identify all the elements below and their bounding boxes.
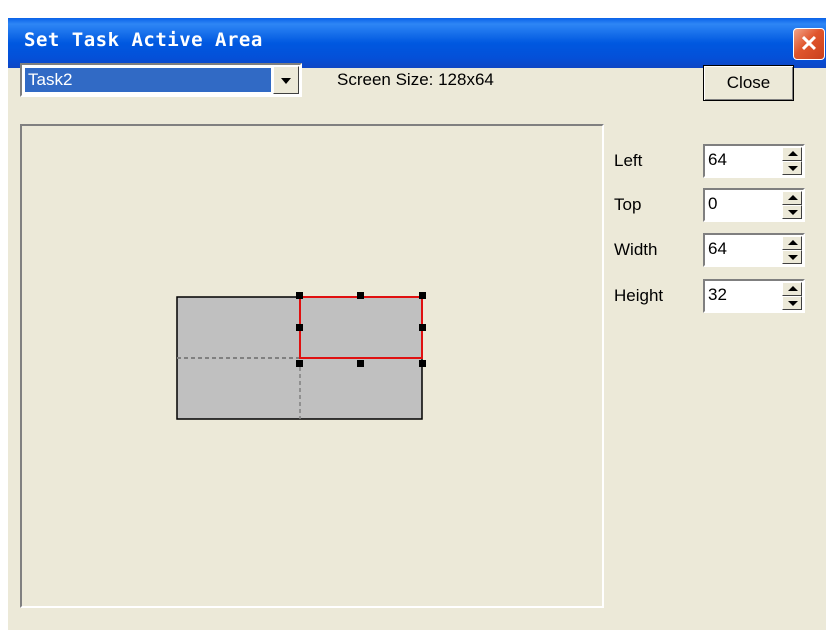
spin-up-button[interactable] <box>782 191 802 205</box>
task-select-value: Task2 <box>25 68 271 92</box>
spin-down-icon <box>788 301 798 306</box>
title-bar[interactable]: Set Task Active Area ✕ <box>8 18 826 68</box>
resize-handle <box>296 360 303 367</box>
spin-down-button[interactable] <box>782 205 802 219</box>
spin-up-icon <box>788 151 798 156</box>
resize-handle <box>419 292 426 299</box>
resize-handle <box>296 292 303 299</box>
width-label: Width <box>614 240 658 259</box>
spin-down-button[interactable] <box>782 161 802 175</box>
top-label: Top <box>614 195 642 214</box>
resize-handle <box>357 292 364 299</box>
dropdown-arrow-icon <box>281 78 291 84</box>
spin-up-icon <box>788 195 798 200</box>
dropdown-button[interactable] <box>273 66 299 94</box>
spin-up-button[interactable] <box>782 147 802 161</box>
spin-down-icon <box>788 166 798 171</box>
preview-canvas <box>176 292 426 420</box>
top-spinbox[interactable]: 0 <box>703 188 805 222</box>
close-icon[interactable]: ✕ <box>793 28 825 60</box>
left-label: Left <box>614 151 643 170</box>
spin-up-button[interactable] <box>782 282 802 296</box>
close-button[interactable]: Close <box>703 65 794 101</box>
top-value[interactable]: 0 <box>708 194 717 214</box>
window-title: Set Task Active Area <box>24 29 263 51</box>
resize-handle <box>419 360 426 367</box>
task-select[interactable]: Task2 <box>20 63 302 97</box>
height-label: Height <box>614 286 664 305</box>
active-area-selection <box>299 296 423 359</box>
spin-up-icon <box>788 286 798 291</box>
spin-down-button[interactable] <box>782 296 802 310</box>
left-value[interactable]: 64 <box>708 150 727 170</box>
width-spinbox[interactable]: 64 <box>703 233 805 267</box>
spin-down-button[interactable] <box>782 250 802 264</box>
width-value[interactable]: 64 <box>708 239 727 259</box>
screen-size-label: Screen Size: 128x64 <box>337 70 494 89</box>
spin-down-icon <box>788 255 798 260</box>
height-spinbox[interactable]: 32 <box>703 279 805 313</box>
spin-up-icon <box>788 240 798 245</box>
spin-down-icon <box>788 210 798 215</box>
resize-handle <box>357 360 364 367</box>
screen-preview[interactable] <box>20 124 604 608</box>
resize-handle <box>296 324 303 331</box>
spin-up-button[interactable] <box>782 236 802 250</box>
height-value[interactable]: 32 <box>708 285 727 305</box>
left-spinbox[interactable]: 64 <box>703 144 805 178</box>
resize-handle <box>419 324 426 331</box>
